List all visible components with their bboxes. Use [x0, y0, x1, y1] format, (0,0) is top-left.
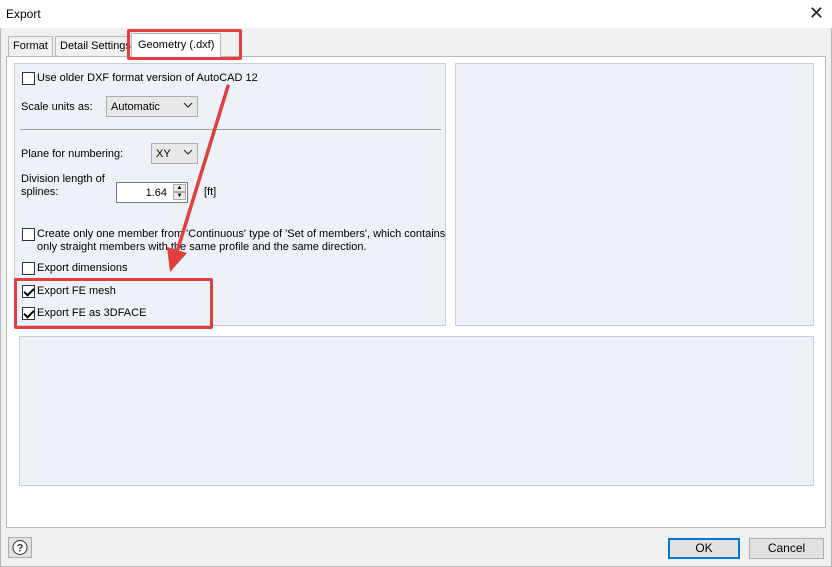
cancel-label: Cancel	[767, 541, 806, 555]
ok-button[interactable]: OK	[668, 538, 740, 559]
help-icon: ?	[12, 540, 28, 555]
cancel-button[interactable]: Cancel	[749, 538, 824, 559]
ok-label: OK	[695, 541, 713, 555]
svg-text:?: ?	[17, 543, 24, 555]
annotation-arrow	[167, 84, 230, 272]
help-button[interactable]: ?	[8, 537, 32, 558]
